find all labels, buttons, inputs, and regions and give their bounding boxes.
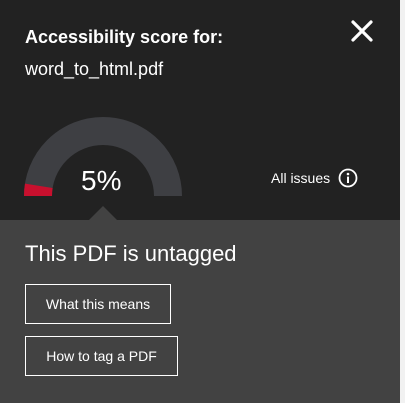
- close-icon[interactable]: [346, 15, 378, 47]
- gauge-fill: [24, 183, 53, 197]
- info-icon: [338, 168, 358, 188]
- tag-status: This PDF is untagged: [25, 241, 237, 266]
- pointer-arrow: [88, 206, 118, 221]
- panel-title: Accessibility score for:: [25, 27, 224, 47]
- how-to-tag-button[interactable]: How to tag a PDF: [25, 336, 178, 376]
- window-edge: [400, 0, 405, 403]
- file-name: word_to_html.pdf: [25, 59, 164, 79]
- all-issues-link[interactable]: All issues: [271, 168, 358, 188]
- score-header: Accessibility score for: word_to_html.pd…: [0, 0, 400, 220]
- score-value: 5%: [81, 165, 122, 196]
- what-this-means-button[interactable]: What this means: [25, 284, 171, 324]
- all-issues-label: All issues: [271, 170, 331, 186]
- accessibility-panel: Accessibility score for: word_to_html.pd…: [0, 0, 400, 403]
